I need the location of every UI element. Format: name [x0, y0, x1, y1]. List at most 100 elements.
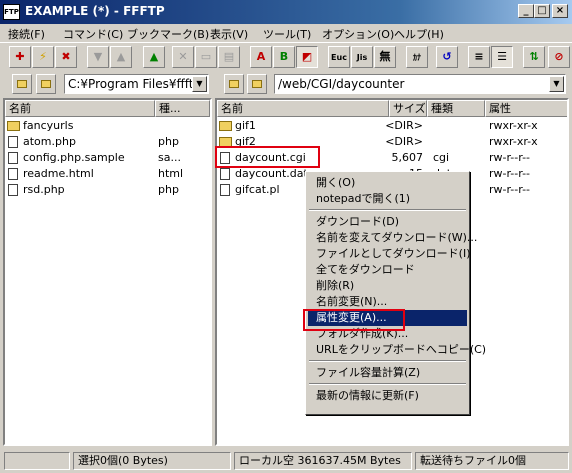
menu-options[interactable]: オプション(O)	[322, 26, 394, 42]
local-file-list[interactable]: 名前 種... fancyurls atom.php php config.php.s…	[3, 98, 212, 446]
local-file-row[interactable]: config.php.sample sa...	[5, 150, 210, 166]
menu-bar: 接続(F) コマンド(C) ブックマーク(B) 表示(V) ツール(T) オプシ…	[0, 24, 572, 42]
remote-header-attr[interactable]: 属性	[485, 100, 567, 117]
context-menu-item[interactable]: 最新の情報に更新(F)	[308, 388, 467, 404]
local-path-combo[interactable]: C:¥Program Files¥ffft ▼	[64, 74, 209, 94]
local-cell-type: php	[158, 135, 179, 148]
list-view-icon: ≡	[474, 50, 484, 63]
remote-cell-attr: rw-r--r--	[489, 167, 531, 180]
remote-path-combo[interactable]: /web/CGI/daycounter ▼	[274, 74, 566, 94]
local-cell-type: php	[158, 183, 179, 196]
maximize-button[interactable]: □	[534, 4, 550, 18]
file-icon	[220, 168, 230, 180]
remote-file-row[interactable]: gif1 <DIR> rwxr-xr-x	[217, 118, 567, 134]
detail-view-button[interactable]: ☰	[491, 46, 513, 68]
local-file-row[interactable]: fancyurls	[5, 118, 210, 134]
euc-button[interactable]: Euc	[328, 46, 350, 68]
context-menu-item[interactable]: 開く(O)	[308, 175, 467, 191]
context-menu-item[interactable]: 削除(R)	[308, 278, 467, 294]
local-path-text: C:¥Program Files¥ffft	[68, 77, 194, 91]
auto-mode-button[interactable]: ◩	[296, 46, 318, 68]
context-menu-item[interactable]: URLをクリップボードへコピー(C)	[308, 342, 486, 358]
context-menu: 開く(O) notepadで開く(1) ダウンロード(D) 名前を変えてダウンロード(…	[305, 171, 486, 415]
context-menu-item[interactable]: notepadで開く(1)	[308, 191, 467, 207]
context-menu-item[interactable]: 全てをダウンロード	[308, 262, 467, 278]
kana-button[interactable]: ｶﾅ	[406, 46, 428, 68]
menu-help[interactable]: ヘルプ(H)	[394, 26, 444, 42]
file-highlight-box	[215, 146, 320, 168]
download-button[interactable]: ▼	[87, 46, 109, 68]
context-menu-item[interactable]: ファイル容量計算(Z)	[308, 365, 467, 381]
download-icon: ▼	[93, 50, 103, 63]
menu-tools[interactable]: ツール(T)	[263, 26, 311, 42]
status-empty	[4, 452, 70, 470]
remote-cell-size: 5,607	[391, 151, 424, 164]
remote-open-folder-button[interactable]	[247, 74, 267, 94]
remote-header-name[interactable]: 名前	[217, 100, 389, 117]
jis-button[interactable]: Jis	[351, 46, 373, 68]
menu-connect[interactable]: 接続(F)	[8, 26, 45, 42]
mirror-upload-button[interactable]: ▲	[143, 46, 165, 68]
folder-icon	[219, 121, 232, 131]
local-up-folder-button[interactable]	[12, 74, 32, 94]
menu-separator	[309, 209, 466, 211]
open-folder-icon	[41, 80, 51, 88]
disconnect-button[interactable]: ✖	[55, 46, 77, 68]
remote-cell-attr: rwxr-xr-x	[489, 119, 538, 132]
kana-icon: ｶﾅ	[413, 53, 421, 62]
remote-cell-size: <DIR>	[385, 119, 423, 132]
refresh-button[interactable]: ↺	[436, 46, 458, 68]
up-folder-icon	[17, 80, 27, 88]
quick-connect-button[interactable]: ⚡	[32, 46, 54, 68]
local-file-row[interactable]: readme.html html	[5, 166, 210, 182]
close-button[interactable]: ×	[552, 4, 568, 18]
folder-icon	[7, 121, 20, 131]
sync-button[interactable]: ⇅	[523, 46, 545, 68]
stop-button[interactable]: ⊘	[548, 46, 570, 68]
remote-path-bar: /web/CGI/daycounter ▼	[215, 72, 572, 96]
upload-icon: ▲	[116, 50, 126, 63]
file-icon	[8, 168, 18, 180]
menu-command[interactable]: コマンド(C)	[63, 26, 123, 42]
local-cell-name: config.php.sample	[23, 151, 125, 164]
context-menu-item[interactable]: ダウンロード(D)	[308, 214, 467, 230]
menu-separator	[309, 360, 466, 362]
open-folder-icon	[252, 80, 262, 88]
remote-header-type[interactable]: 種類	[427, 100, 485, 117]
no-convert-button[interactable]: 無	[374, 46, 396, 68]
context-menu-item[interactable]: 名前変更(N)...	[308, 294, 467, 310]
chevron-down-icon[interactable]: ▼	[549, 76, 564, 92]
minimize-button[interactable]: _	[518, 4, 534, 18]
file-icon	[220, 184, 230, 196]
local-header-name[interactable]: 名前	[5, 100, 155, 117]
window-title: EXAMPLE (*) - FFFTP	[25, 4, 165, 18]
sync-icon: ⇅	[529, 50, 539, 63]
context-menu-item[interactable]: ファイルとしてダウンロード(I)	[308, 246, 471, 262]
context-menu-item[interactable]: 名前を変えてダウンロード(W)...	[308, 230, 477, 246]
ascii-mode-button[interactable]: A	[250, 46, 272, 68]
upload-button[interactable]: ▲	[110, 46, 132, 68]
mkdir-button[interactable]: ▤	[218, 46, 240, 68]
remote-cell-type: cgi	[433, 151, 450, 164]
local-cell-name: readme.html	[23, 167, 94, 180]
connect-button[interactable]: ✚	[9, 46, 31, 68]
chevron-down-icon[interactable]: ▼	[192, 76, 207, 92]
local-cell-type: html	[158, 167, 184, 180]
local-file-row[interactable]: rsd.php php	[5, 182, 210, 198]
local-path-bar: C:¥Program Files¥ffft ▼	[0, 72, 213, 96]
remote-header-size[interactable]: サイズ	[389, 100, 427, 117]
remote-up-folder-button[interactable]	[224, 74, 244, 94]
detail-view-icon: ☰	[497, 50, 507, 63]
binary-mode-button[interactable]: B	[273, 46, 295, 68]
rename-button[interactable]: ▭	[195, 46, 217, 68]
file-icon	[8, 136, 18, 148]
delete-button[interactable]: ✕	[172, 46, 194, 68]
local-file-row[interactable]: atom.php php	[5, 134, 210, 150]
local-open-folder-button[interactable]	[36, 74, 56, 94]
mkdir-icon: ▤	[223, 50, 235, 63]
list-view-button[interactable]: ≡	[468, 46, 490, 68]
local-header-type[interactable]: 種...	[155, 100, 210, 117]
menu-view[interactable]: 表示(V)	[210, 26, 248, 42]
quick-connect-icon: ⚡	[39, 50, 47, 63]
menu-bookmark[interactable]: ブックマーク(B)	[127, 26, 209, 42]
